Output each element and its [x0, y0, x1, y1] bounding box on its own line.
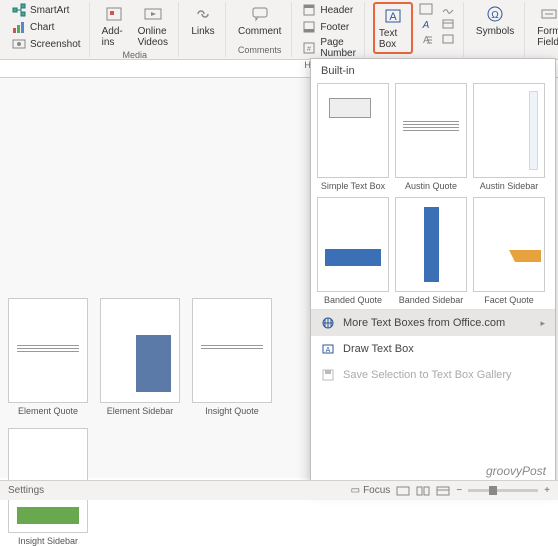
wordart-icon: A — [419, 18, 433, 30]
text-box-button[interactable]: A Text Box — [373, 2, 413, 54]
header-icon — [302, 3, 316, 17]
dropdown-item[interactable]: Austin Quote — [395, 83, 467, 191]
view-web-icon[interactable] — [436, 485, 450, 497]
zoom-out-button[interactable]: − — [456, 485, 462, 496]
screenshot-button[interactable]: Screenshot — [10, 36, 83, 52]
links-icon — [191, 4, 215, 24]
date-time-button[interactable] — [439, 17, 457, 31]
links-button[interactable]: Links — [187, 2, 219, 39]
quick-parts-icon — [419, 3, 433, 15]
chart-icon — [12, 20, 26, 34]
addins-icon — [102, 4, 126, 24]
form-field-icon — [537, 4, 558, 24]
drop-cap-icon: A — [419, 33, 433, 45]
text-box-icon: A — [381, 6, 405, 26]
dropdown-item[interactable]: Facet Quote — [473, 197, 545, 305]
dropdown-section-label: Built-in — [311, 59, 555, 83]
more-text-boxes-menu[interactable]: More Text Boxes from Office.com ▸ — [311, 310, 555, 336]
footer-button[interactable]: Footer — [300, 19, 358, 35]
form-field-button[interactable]: Form Field — [533, 2, 558, 50]
svg-text:A: A — [389, 11, 397, 23]
document-gallery: Element Quote Element Sidebar Insight Qu… — [0, 78, 310, 478]
dropdown-item[interactable]: Austin Sidebar — [473, 83, 545, 191]
draw-text-box-menu[interactable]: A Draw Text Box — [311, 336, 555, 362]
comment-icon — [248, 4, 272, 24]
view-read-icon[interactable] — [416, 485, 430, 497]
signature-icon — [441, 3, 455, 15]
view-print-icon[interactable] — [396, 485, 410, 497]
symbols-icon: Ω — [483, 4, 507, 24]
page-number-button[interactable]: # Page Number — [300, 36, 358, 60]
online-videos-button[interactable]: Online Videos — [134, 2, 172, 50]
svg-text:A: A — [326, 347, 331, 354]
screenshot-icon — [12, 37, 26, 51]
zoom-in-button[interactable]: + — [544, 485, 550, 496]
comment-button[interactable]: Comment — [234, 2, 285, 39]
footer-icon — [302, 20, 316, 34]
dropdown-item[interactable]: Banded Sidebar — [395, 197, 467, 305]
dropdown-item[interactable]: Banded Quote — [317, 197, 389, 305]
svg-text:Ω: Ω — [491, 10, 499, 21]
status-bar: Settings ▭Focus − + — [0, 480, 558, 500]
group-comments-label: Comments — [238, 45, 282, 57]
dropdown-item[interactable]: Simple Text Box — [317, 83, 389, 191]
smartart-icon — [12, 3, 26, 17]
watermark: groovyPost — [486, 464, 546, 478]
signature-button[interactable] — [439, 2, 457, 16]
smartart-button[interactable]: SmartArt — [10, 2, 83, 18]
quick-parts-button[interactable] — [417, 2, 435, 16]
object-button[interactable] — [439, 32, 457, 46]
addins-button[interactable]: Add-ins — [98, 2, 130, 50]
text-box-dropdown: Built-in Simple Text Box Austin Quote Au… — [310, 58, 556, 488]
group-media-label: Media — [123, 50, 148, 62]
date-icon — [441, 18, 455, 30]
zoom-slider[interactable] — [468, 489, 538, 492]
video-icon — [141, 4, 165, 24]
ribbon: SmartArt Chart Screenshot Add-ins Online… — [0, 0, 558, 60]
settings-button[interactable]: Settings — [8, 485, 44, 496]
globe-icon — [321, 316, 335, 330]
save-selection-menu: Save Selection to Text Box Gallery — [311, 362, 555, 388]
drop-cap-button[interactable]: A — [417, 32, 435, 46]
svg-text:A: A — [422, 20, 430, 30]
gallery-item[interactable]: Element Quote — [8, 298, 88, 416]
svg-text:#: # — [307, 46, 311, 53]
symbols-button[interactable]: Ω Symbols — [472, 2, 518, 39]
object-icon — [441, 33, 455, 45]
draw-textbox-icon: A — [321, 342, 335, 356]
focus-button[interactable]: ▭Focus — [351, 485, 391, 496]
wordart-button[interactable]: A — [417, 17, 435, 31]
save-icon — [321, 368, 335, 382]
header-button[interactable]: Header — [300, 2, 358, 18]
page-number-icon: # — [302, 41, 316, 55]
gallery-item[interactable]: Insight Quote — [192, 298, 272, 416]
gallery-item[interactable]: Element Sidebar — [100, 298, 180, 416]
chevron-right-icon: ▸ — [540, 318, 545, 329]
chart-button[interactable]: Chart — [10, 19, 83, 35]
